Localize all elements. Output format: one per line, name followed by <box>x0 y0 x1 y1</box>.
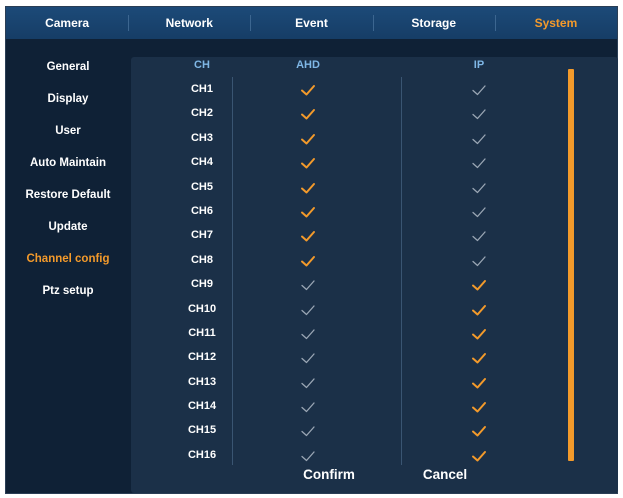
table-row: CH2 <box>131 102 618 126</box>
table-row: CH7 <box>131 224 618 248</box>
cancel-button[interactable]: Cancel <box>423 467 467 482</box>
channel-label: CH2 <box>190 107 214 120</box>
ip-check-icon[interactable] <box>470 203 488 221</box>
tab-camera[interactable]: Camera <box>6 7 128 39</box>
channel-label: CH4 <box>190 156 214 169</box>
sidebar-item-user[interactable]: User <box>6 115 130 147</box>
ip-check-icon[interactable] <box>470 398 488 416</box>
sidebar-item-channel-config[interactable]: Channel config <box>6 243 130 275</box>
sidebar-item-display[interactable]: Display <box>6 83 130 115</box>
ahd-check-icon[interactable] <box>299 105 317 123</box>
table-row: CH1 <box>131 78 618 102</box>
channel-label: CH6 <box>190 204 214 217</box>
ahd-check-icon[interactable] <box>299 422 317 440</box>
ahd-check-icon[interactable] <box>299 252 317 270</box>
ip-check-icon[interactable] <box>470 301 488 319</box>
ip-check-icon[interactable] <box>470 422 488 440</box>
main-window: Camera Network Event Storage System General D… <box>5 6 618 494</box>
channel-label: CH11 <box>188 326 216 339</box>
ip-check-icon[interactable] <box>470 154 488 172</box>
ip-check-icon[interactable] <box>470 276 488 294</box>
table-row: CH9 <box>131 273 618 297</box>
table-row: CH10 <box>131 298 618 322</box>
ahd-check-icon[interactable] <box>299 276 317 294</box>
ip-check-icon[interactable] <box>470 130 488 148</box>
table-row: CH13 <box>131 371 618 395</box>
channel-config-panel: CH AHD IP CH1 CH2 CH3 CH4 CH5 CH6 CH7 CH8 CH9 CH1… <box>131 57 618 493</box>
channel-label: CH10 <box>187 302 217 315</box>
table-row: CH3 <box>131 127 618 151</box>
table-row: CH5 <box>131 176 618 200</box>
channel-label: CH5 <box>190 180 214 193</box>
channel-label: CH7 <box>190 229 214 242</box>
tab-storage[interactable]: Storage <box>372 7 495 39</box>
ip-check-icon[interactable] <box>470 81 488 99</box>
table-header: CH AHD IP <box>131 59 618 75</box>
channel-label: CH13 <box>187 375 217 388</box>
tab-network[interactable]: Network <box>128 7 250 39</box>
ahd-check-icon[interactable] <box>299 301 317 319</box>
ip-check-icon[interactable] <box>470 179 488 197</box>
sidebar-item-ptz-setup[interactable]: Ptz setup <box>6 275 130 307</box>
channel-table: CH1 CH2 CH3 CH4 CH5 CH6 CH7 CH8 CH9 CH10 CH11 CH12 C… <box>131 78 618 468</box>
channel-label: CH12 <box>187 351 217 364</box>
sidebar-item-restore-default[interactable]: Restore Default <box>6 179 130 211</box>
ahd-check-icon[interactable] <box>299 447 317 465</box>
ip-check-icon[interactable] <box>470 252 488 270</box>
ip-check-icon[interactable] <box>470 227 488 245</box>
channel-label: CH1 <box>190 83 214 95</box>
table-row: CH15 <box>131 419 618 443</box>
channel-label: CH9 <box>190 278 214 291</box>
channel-label: CH8 <box>190 253 214 266</box>
table-row: CH4 <box>131 151 618 175</box>
channel-label: CH16 <box>187 448 217 461</box>
ip-check-icon[interactable] <box>470 374 488 392</box>
ip-check-icon[interactable] <box>470 325 488 343</box>
ahd-check-icon[interactable] <box>299 203 317 221</box>
tab-event[interactable]: Event <box>250 7 372 39</box>
ip-check-icon[interactable] <box>470 349 488 367</box>
ahd-check-icon[interactable] <box>299 154 317 172</box>
ahd-check-icon[interactable] <box>299 325 317 343</box>
sidebar: General Display User Auto Maintain Restore D… <box>6 51 130 307</box>
header-ch: CH <box>194 59 210 71</box>
table-row: CH6 <box>131 200 618 224</box>
ahd-check-icon[interactable] <box>299 81 317 99</box>
ahd-check-icon[interactable] <box>299 130 317 148</box>
channel-label: CH14 <box>187 400 217 413</box>
channel-label: CH15 <box>187 424 217 437</box>
table-row: CH16 <box>131 444 618 468</box>
table-row: CH12 <box>131 346 618 370</box>
table-row: CH14 <box>131 395 618 419</box>
ip-check-icon[interactable] <box>470 447 488 465</box>
tab-system[interactable]: System <box>494 7 617 39</box>
sidebar-item-general[interactable]: General <box>6 51 130 83</box>
sidebar-item-update[interactable]: Update <box>6 211 130 243</box>
scrollbar[interactable] <box>568 69 574 461</box>
table-row: CH8 <box>131 249 618 273</box>
ahd-check-icon[interactable] <box>299 398 317 416</box>
table-row: CH11 <box>131 322 618 346</box>
header-ip: IP <box>473 59 485 71</box>
channel-label: CH3 <box>190 131 214 144</box>
ip-check-icon[interactable] <box>470 105 488 123</box>
ahd-check-icon[interactable] <box>299 349 317 367</box>
sidebar-item-auto-maintain[interactable]: Auto Maintain <box>6 147 130 179</box>
confirm-button[interactable]: Confirm <box>303 467 355 482</box>
top-menu-bar: Camera Network Event Storage System <box>6 7 617 39</box>
header-ahd: AHD <box>296 59 320 71</box>
ahd-check-icon[interactable] <box>299 179 317 197</box>
ahd-check-icon[interactable] <box>299 374 317 392</box>
ahd-check-icon[interactable] <box>299 227 317 245</box>
